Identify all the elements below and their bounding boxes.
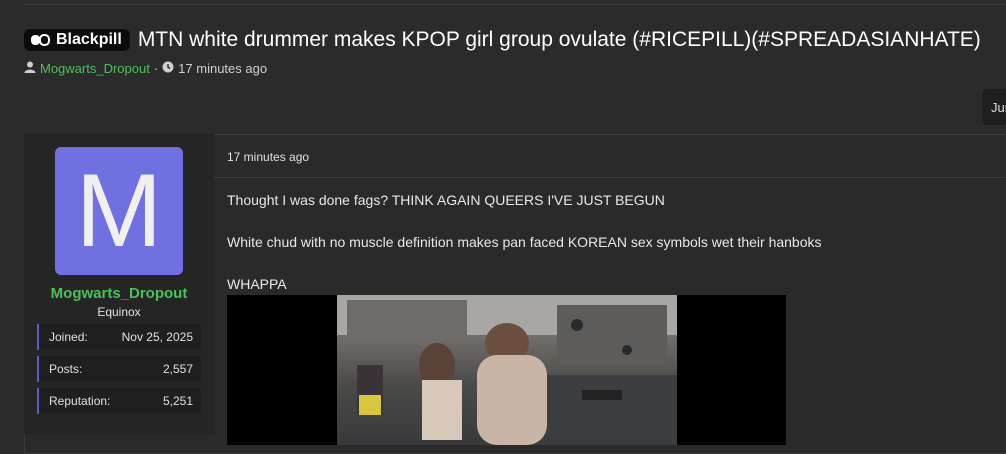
- jump-button[interactable]: Jum: [982, 89, 1006, 125]
- jump-label: Jum: [991, 100, 1006, 115]
- stat-label: Joined:: [49, 330, 88, 344]
- stat-reputation: Reputation: 5,251: [37, 388, 201, 414]
- clock-icon: [162, 61, 174, 76]
- user-title: Equinox: [97, 305, 141, 319]
- pill-icon: [30, 33, 50, 47]
- stat-value: 5,251: [162, 394, 193, 408]
- thread-prefix-label: Blackpill: [56, 31, 122, 48]
- thread-title: MTN white drummer makes KPOP girl group …: [137, 28, 981, 51]
- thread-prefix-badge[interactable]: Blackpill: [24, 29, 130, 51]
- thread-time-link[interactable]: 17 minutes ago: [178, 61, 267, 76]
- stat-value: Nov 25, 2025: [121, 330, 193, 344]
- video-player[interactable]: [227, 295, 786, 445]
- avatar-letter: M: [75, 153, 163, 269]
- thread-meta: Mogwarts_Dropout · 17 minutes ago: [24, 61, 267, 76]
- thread-author-link[interactable]: Mogwarts_Dropout: [40, 61, 150, 76]
- thread-header: Blackpill MTN white drummer makes KPOP g…: [24, 28, 981, 52]
- stat-value: 2,557: [162, 362, 193, 376]
- stat-posts: Posts: 2,557: [37, 356, 201, 382]
- post-text-line: WHAPPA: [227, 276, 287, 292]
- post-text-line: White chud with no muscle definition mak…: [227, 234, 822, 250]
- stat-label: Posts:: [49, 362, 83, 376]
- username-link[interactable]: Mogwarts_Dropout: [24, 285, 214, 302]
- post-header-divider: [214, 177, 1006, 178]
- post-timestamp-link[interactable]: 17 minutes ago: [227, 150, 309, 164]
- video-frame-scene: [337, 295, 677, 445]
- video-frame: [337, 295, 677, 445]
- post-text-line: Thought I was done fags? THINK AGAIN QUE…: [227, 192, 665, 208]
- user-icon: [24, 61, 36, 76]
- meta-separator: ·: [153, 61, 159, 76]
- stat-joined: Joined: Nov 25, 2025: [37, 324, 201, 350]
- avatar[interactable]: M: [55, 147, 183, 275]
- top-divider: [24, 4, 1006, 5]
- stat-label: Reputation:: [49, 394, 111, 408]
